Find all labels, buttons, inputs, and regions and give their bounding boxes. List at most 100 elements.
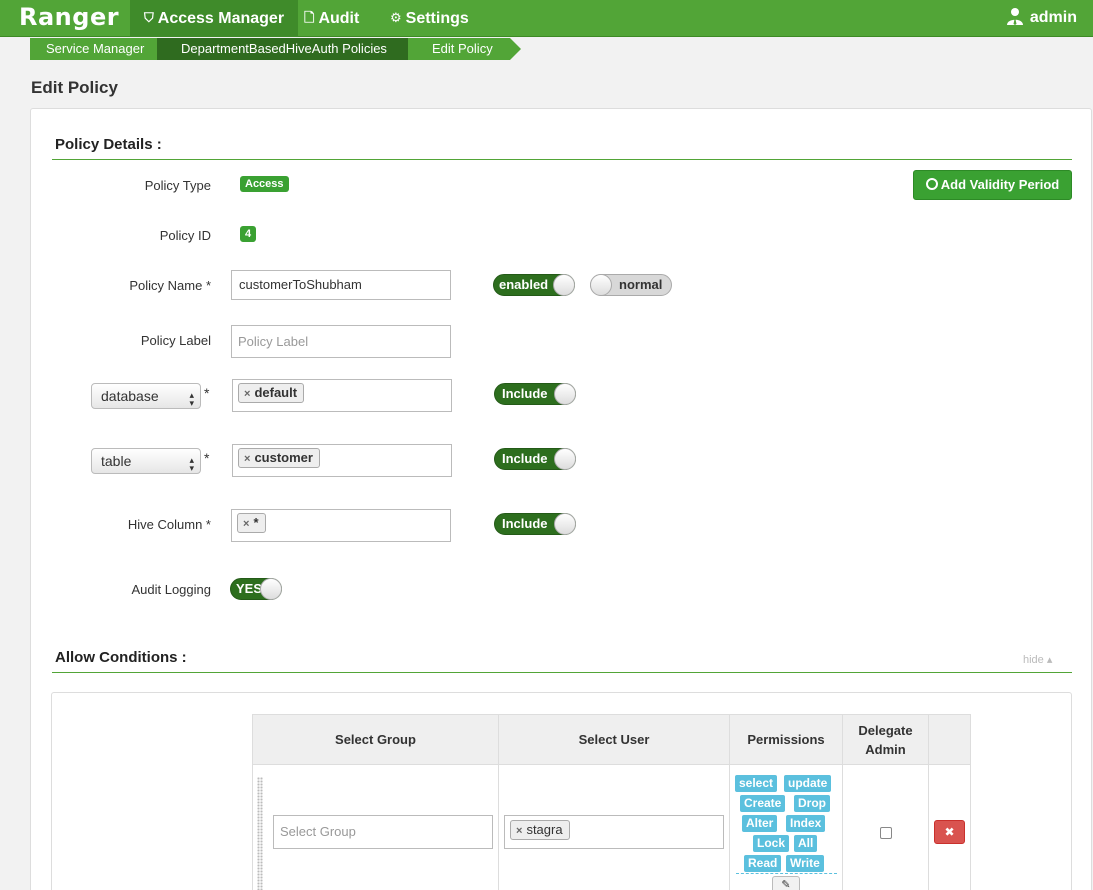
enabled-toggle[interactable]: enabled <box>493 274 575 296</box>
select-group-input[interactable]: Select Group <box>273 815 493 849</box>
top-navbar: Ranger ⛉ Access Manager 🗋 Audit ⚙ Settings … <box>0 0 1093 37</box>
col-actions <box>928 714 971 765</box>
table-header-row: Select Group Select User Permissions Del… <box>252 714 971 765</box>
permission-select: select <box>735 775 778 792</box>
remove-icon[interactable]: × <box>243 518 249 530</box>
include-label: Include <box>502 516 548 531</box>
section-divider <box>52 672 1072 673</box>
nav-audit[interactable]: 🗋 Audit <box>290 0 373 37</box>
section-divider <box>52 159 1072 160</box>
policy-label-label: Policy Label <box>140 333 211 348</box>
updown-arrow-icon: ▴ ▾ <box>189 390 194 408</box>
allow-conditions-table: Select Group Select User Permissions Del… <box>252 714 971 890</box>
add-validity-period-button[interactable]: Add Validity Period <box>913 170 1072 200</box>
required-star: * <box>204 385 210 401</box>
enabled-toggle-label: enabled <box>499 277 549 292</box>
nav-settings-label: Settings <box>405 10 469 27</box>
permission-drop: Drop <box>794 795 830 812</box>
col-permissions: Permissions <box>729 714 843 765</box>
permission-create: Create <box>740 795 786 812</box>
tag-label: * <box>253 515 259 530</box>
table-include-toggle[interactable]: Include <box>494 448 576 470</box>
permission-write: Write <box>786 855 824 872</box>
audit-logging-toggle[interactable]: YES <box>230 578 282 600</box>
hive-column-include-toggle[interactable]: Include <box>494 513 576 535</box>
nav-settings[interactable]: ⚙ Settings <box>376 0 483 37</box>
allow-conditions-title: Allow Conditions : <box>55 649 187 666</box>
audit-logging-label: Audit Logging <box>131 582 211 597</box>
breadcrumb-label: Service Manager <box>46 41 145 56</box>
database-include-toggle[interactable]: Include <box>494 383 576 405</box>
toggle-knob <box>554 448 576 470</box>
tag-label: stagra <box>526 822 563 837</box>
required-star: * <box>204 450 210 466</box>
add-validity-label: Add Validity Period <box>940 177 1060 192</box>
user-icon <box>1006 8 1023 25</box>
resource-type-select-table[interactable]: table ▴ ▾ <box>91 448 201 474</box>
breadcrumb-label: DepartmentBasedHiveAuth Policies <box>181 41 387 56</box>
pencil-icon: ✎ <box>781 879 791 890</box>
audit-logging-value: YES <box>236 581 263 596</box>
brand-logo[interactable]: Ranger <box>19 3 119 31</box>
col-select-user: Select User <box>498 714 730 765</box>
permission-alter: Alter <box>742 815 778 832</box>
resource-type-select-database[interactable]: database ▴ ▾ <box>91 383 201 409</box>
remove-icon[interactable]: × <box>244 453 250 465</box>
toggle-knob <box>554 513 576 535</box>
policy-name-label: Policy Name * <box>129 278 211 293</box>
policy-type-label: Policy Type <box>144 178 211 193</box>
include-label: Include <box>502 451 548 466</box>
delete-row-button[interactable]: ✖ <box>934 820 965 844</box>
permission-all: All <box>794 835 818 852</box>
user-menu[interactable]: admin <box>1006 0 1077 37</box>
toggle-knob <box>590 274 612 296</box>
user-tag: × stagra <box>510 820 570 840</box>
select-value: table <box>101 453 132 469</box>
policy-type-badge: Access <box>240 176 289 192</box>
gear-icon: ⚙ <box>390 10 402 25</box>
file-icon: 🗋 <box>304 10 315 25</box>
permission-update: update <box>784 775 832 792</box>
toggle-knob <box>554 383 576 405</box>
hive-column-label: Hive Column * <box>127 517 211 532</box>
remove-icon[interactable]: × <box>244 388 250 400</box>
shield-icon: ⛉ <box>144 10 154 25</box>
tag-label: default <box>254 385 298 400</box>
permission-index: Index <box>786 815 826 832</box>
updown-arrow-icon: ▴ ▾ <box>189 455 194 473</box>
user-name: admin <box>1029 9 1077 26</box>
clock-icon <box>925 178 938 190</box>
policy-details-title: Policy Details : <box>55 136 162 153</box>
close-icon: ✖ <box>944 825 955 839</box>
policy-name-input[interactable]: customerToShubham <box>231 270 451 300</box>
hive-column-tag: × * <box>237 513 266 533</box>
select-value: database <box>101 388 159 404</box>
normal-toggle-label: normal <box>619 277 663 292</box>
policy-label-input[interactable]: Policy Label <box>231 325 451 358</box>
col-delegate-admin: Delegate Admin <box>842 714 929 765</box>
col-select-group: Select Group <box>252 714 499 765</box>
delegate-admin-checkbox[interactable] <box>880 827 892 839</box>
hide-toggle-link[interactable]: hide ▴ <box>1023 653 1052 666</box>
tag-label: customer <box>254 450 313 465</box>
normal-toggle[interactable]: normal <box>590 274 672 296</box>
permission-lock: Lock <box>753 835 790 852</box>
edit-permissions-button[interactable]: ✎ <box>772 876 800 890</box>
page-title: Edit Policy <box>31 78 118 97</box>
permissions-underline <box>736 873 837 874</box>
breadcrumb-label: Edit Policy <box>432 41 493 56</box>
nav-audit-label: Audit <box>318 10 360 27</box>
drag-handle[interactable] <box>257 777 263 890</box>
include-label: Include <box>502 386 548 401</box>
breadcrumb-edit-policy: Edit Policy <box>408 38 521 60</box>
breadcrumb-service-manager[interactable]: Service Manager <box>30 38 168 60</box>
permission-read: Read <box>744 855 782 872</box>
nav-access-manager-label: Access Manager <box>157 10 285 27</box>
policy-id-label: Policy ID <box>159 228 211 243</box>
breadcrumb-policies[interactable]: DepartmentBasedHiveAuth Policies <box>157 38 419 60</box>
table-tag: × customer <box>238 448 320 468</box>
toggle-knob <box>553 274 575 296</box>
toggle-knob <box>260 578 282 600</box>
remove-icon[interactable]: × <box>516 825 522 837</box>
nav-access-manager[interactable]: ⛉ Access Manager <box>130 0 299 37</box>
